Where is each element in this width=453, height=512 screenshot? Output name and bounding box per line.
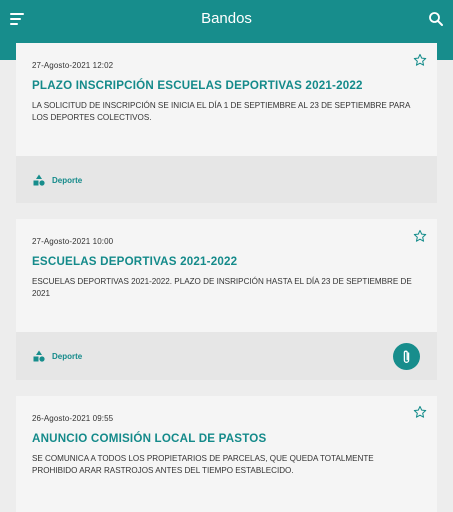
post-card[interactable]: 26-Agosto-2021 09:55 ANUNCIO COMISIÓN LO… [16,396,437,512]
attachment-button[interactable] [393,343,420,370]
post-title[interactable]: ANUNCIO COMISIÓN LOCAL DE PASTOS [32,432,266,445]
post-footer: Deporte [16,156,437,203]
post-card[interactable]: 27-Agosto-2021 10:00 ESCUELAS DEPORTIVAS… [16,219,437,380]
post-title[interactable]: PLAZO INSCRIPCIÓN ESCUELAS DEPORTIVAS 20… [32,79,363,92]
star-outline-icon[interactable] [413,53,427,67]
post-date: 27-Agosto-2021 12:02 [32,61,114,70]
post-body: ESCUELAS DEPORTIVAS 2021-2022. PLAZO DE … [32,277,412,298]
post-body: SE COMUNICA A TODOS LOS PROPIETARIOS DE … [32,454,374,475]
star-outline-icon[interactable] [413,229,427,243]
category-chip[interactable]: Deporte [33,350,82,362]
shapes-icon [33,174,45,186]
post-footer: Deporte [16,332,437,380]
post-date: 27-Agosto-2021 10:00 [32,237,114,246]
post-body: LA SOLICITUD DE INSCRIPCIÓN SE INICIA EL… [32,101,410,122]
category-label: Deporte [52,351,83,361]
search-icon[interactable] [428,11,444,27]
post-date: 26-Agosto-2021 09:55 [32,414,114,423]
category-label: Deporte [52,175,83,185]
paperclip-icon [403,350,409,363]
star-outline-icon[interactable] [413,405,427,419]
category-chip[interactable]: Deporte [33,174,82,186]
post-card[interactable]: 27-Agosto-2021 12:02 PLAZO INSCRIPCIÓN E… [16,43,437,203]
page-title: Bandos [201,10,252,27]
post-title[interactable]: ESCUELAS DEPORTIVAS 2021-2022 [32,255,237,268]
shapes-icon [33,350,45,362]
